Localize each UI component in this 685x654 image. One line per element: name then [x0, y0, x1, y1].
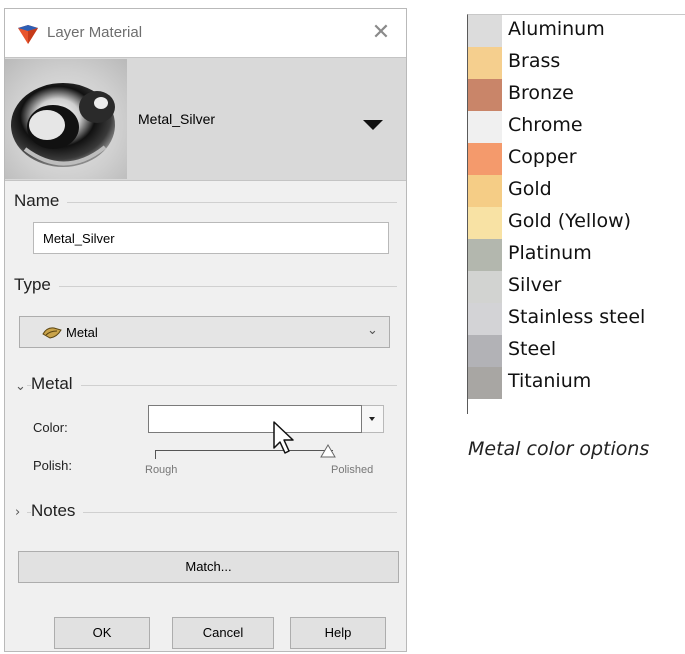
legend-item: Stainless steel: [468, 303, 685, 335]
dialog-title: Layer Material: [47, 24, 143, 41]
layer-material-dialog: Layer Material ✕ Metal_Silver Name Metal…: [4, 8, 407, 652]
legend-swatch: [468, 79, 502, 111]
legend-swatch: [468, 367, 502, 399]
type-select-value: Metal: [66, 325, 98, 340]
chevron-down-icon: ⌄: [367, 323, 378, 338]
title-bar: Layer Material ✕: [5, 9, 406, 57]
type-section-label: Type: [14, 275, 59, 295]
legend-label: Titanium: [508, 370, 592, 392]
legend-label: Stainless steel: [508, 306, 646, 328]
material-preview-panel[interactable]: Metal_Silver: [5, 57, 406, 181]
legend-label: Steel: [508, 338, 557, 360]
chrome-sphere-icon: [11, 83, 115, 167]
legend-swatch: [468, 271, 502, 303]
notes-expand-chevron-icon[interactable]: ›: [15, 505, 20, 520]
color-label: Color:: [33, 420, 68, 435]
rhino-app-icon: [18, 25, 38, 44]
match-button[interactable]: Match...: [18, 551, 399, 583]
polish-max-label: Polished: [331, 464, 374, 476]
color-picker-dropdown-arrow[interactable]: [362, 405, 384, 433]
name-input[interactable]: Metal_Silver: [33, 222, 389, 254]
legend-item: Aluminum: [468, 15, 685, 47]
mouse-cursor-icon: [273, 421, 294, 454]
legend-swatch: [468, 47, 502, 79]
metal-icon: [42, 327, 62, 339]
close-button[interactable]: ✕: [365, 19, 397, 47]
legend-label: Brass: [508, 50, 561, 72]
ok-button[interactable]: OK: [54, 617, 150, 649]
notes-section-label[interactable]: Notes: [31, 501, 84, 521]
legend-item: Steel: [468, 335, 685, 367]
material-preview-sphere: [5, 59, 127, 179]
polish-slider-track[interactable]: [155, 450, 333, 459]
legend-swatch: [468, 111, 502, 143]
legend-swatch: [468, 207, 502, 239]
legend-swatch: [468, 15, 502, 47]
legend-caption: Metal color options: [468, 438, 650, 460]
legend-label: Gold: [508, 178, 552, 200]
metal-section-divider: [27, 385, 397, 386]
polish-slider-thumb-icon[interactable]: [319, 444, 336, 458]
legend-item: Silver: [468, 271, 685, 303]
metal-color-legend: Aluminum Brass Bronze Chrome Copper Gold Gold …: [467, 14, 685, 414]
legend-item: Copper: [468, 143, 685, 175]
legend-swatch: [468, 143, 502, 175]
help-button[interactable]: Help: [290, 617, 386, 649]
legend-label: Gold (Yellow): [508, 210, 632, 232]
legend-label: Silver: [508, 274, 562, 296]
legend-item: Titanium: [468, 367, 685, 399]
legend-swatch: [468, 303, 502, 335]
legend-swatch: [468, 239, 502, 271]
preview-dropdown-arrow-icon[interactable]: [363, 120, 383, 130]
name-section-divider: [19, 202, 397, 203]
type-select[interactable]: Metal ⌄: [19, 316, 390, 348]
legend-item: Gold: [468, 175, 685, 207]
legend-item: Platinum: [468, 239, 685, 271]
legend-label: Aluminum: [508, 18, 605, 40]
legend-item: Brass: [468, 47, 685, 79]
legend-label: Platinum: [508, 242, 592, 264]
cancel-button[interactable]: Cancel: [172, 617, 274, 649]
polish-min-label: Rough: [145, 464, 178, 476]
legend-label: Bronze: [508, 82, 574, 104]
color-picker-input[interactable]: [148, 405, 362, 433]
preview-material-name: Metal_Silver: [138, 111, 216, 127]
legend-item: Gold (Yellow): [468, 207, 685, 239]
legend-label: Chrome: [508, 114, 583, 136]
legend-label: Copper: [508, 146, 577, 168]
name-section-label: Name: [14, 191, 68, 211]
legend-swatch: [468, 175, 502, 207]
legend-swatch: [468, 335, 502, 367]
type-section-divider: [19, 286, 397, 287]
polish-label: Polish:: [33, 458, 73, 473]
metal-expand-chevron-icon[interactable]: ⌄: [15, 379, 26, 394]
metal-section-label[interactable]: Metal: [31, 374, 81, 394]
legend-item: Chrome: [468, 111, 685, 143]
legend-item: Bronze: [468, 79, 685, 111]
